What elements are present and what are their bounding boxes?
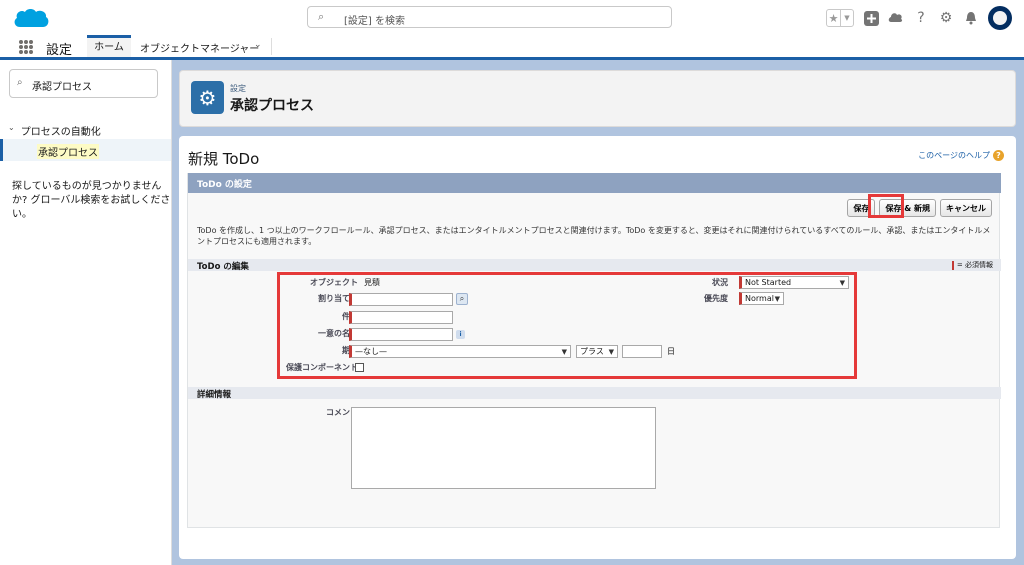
tab-object-manager[interactable]: オブジェクトマネージャー <box>140 40 259 55</box>
description-text: ToDo を作成し、1 つ以上のワークフロールール、承認プロセス、またはエンタイ… <box>197 226 991 246</box>
notifications-bell-icon[interactable] <box>963 10 979 26</box>
chevron-down-icon: ⌄ <box>8 123 15 132</box>
tab-divider <box>271 38 272 55</box>
setup-gear-icon[interactable]: ⚙ <box>938 10 954 26</box>
app-navigation: 設定 ホーム オブジェクトマネージャー ⌄ <box>0 35 1024 60</box>
cancel-button[interactable]: キャンセル <box>940 199 992 217</box>
search-placeholder: [設定] を検索 <box>344 16 405 27</box>
page-title: 新規 ToDo <box>188 150 260 168</box>
setup-gear-icon: ⚙ <box>191 81 224 114</box>
search-icon: ⌕ <box>17 77 23 88</box>
header-icons: ★ ▼ ? ⚙ <box>826 6 1012 30</box>
tree-item-process-automation[interactable]: ⌄ プロセスの自動化 <box>8 123 101 138</box>
chevron-down-icon[interactable]: ⌄ <box>254 40 262 50</box>
required-legend-text: = 必須情報 <box>956 261 993 269</box>
global-search-input[interactable]: ⌕ [設定] を検索 <box>307 6 672 28</box>
page-header-title: 承認プロセス <box>230 98 314 114</box>
edit-section-header: ToDo の編集 = 必須情報 <box>188 259 1001 272</box>
search-icon: ⌕ <box>318 10 325 23</box>
save-highlight-box <box>868 194 904 218</box>
tree-item-approval-process[interactable]: 承認プロセス <box>0 139 171 161</box>
tab-home[interactable]: ホーム <box>87 35 131 57</box>
content-card: 新規 ToDo このページのヘルプ ? ToDo の設定 保存 保存 & 新規 … <box>179 136 1016 559</box>
tree-parent-label: プロセスの自動化 <box>20 127 101 138</box>
detail-section-title: 詳細情報 <box>197 390 232 400</box>
help-icon[interactable]: ? <box>993 150 1004 161</box>
global-header: ⌕ [設定] を検索 ★ ▼ ? ⚙ <box>0 0 1024 35</box>
required-legend: = 必須情報 <box>951 260 993 270</box>
user-avatar-icon[interactable] <box>988 6 1012 30</box>
global-actions-add-icon[interactable] <box>863 10 879 26</box>
fields-highlight-box <box>277 272 857 379</box>
help-icon[interactable]: ? <box>913 10 929 26</box>
help-link[interactable]: このページのヘルプ ? <box>918 150 1004 161</box>
quick-find-input[interactable]: ⌕ 承認プロセス <box>9 69 158 98</box>
trailhead-icon[interactable] <box>888 10 904 26</box>
comment-label: コメント <box>326 408 358 417</box>
required-marker <box>951 260 954 270</box>
edit-section-title: ToDo の編集 <box>197 262 249 272</box>
quick-find-value: 承認プロセス <box>32 82 92 93</box>
not-found-message: 探しているものが見つかりませんか? グローバル検索をお試しください。 <box>12 181 171 220</box>
block-header: ToDo の設定 <box>188 173 1001 193</box>
help-link-text[interactable]: このページのヘルプ <box>918 150 990 161</box>
setup-sidebar: ⌕ 承認プロセス ⌄ プロセスの自動化 承認プロセス 探しているものが見つかりま… <box>0 60 172 565</box>
page-header-card: ⚙ 設定 承認プロセス <box>179 70 1016 127</box>
app-name: 設定 <box>46 43 73 58</box>
comment-textarea[interactable] <box>351 407 656 489</box>
detail-section-header: 詳細情報 <box>188 387 1001 400</box>
salesforce-logo[interactable] <box>12 5 50 31</box>
breadcrumb[interactable]: 設定 <box>230 83 246 94</box>
favorites-group[interactable]: ★ ▼ <box>826 9 854 27</box>
app-launcher-icon[interactable] <box>19 40 33 54</box>
favorites-dropdown-icon[interactable]: ▼ <box>840 10 853 26</box>
tree-child-label: 承認プロセス <box>37 144 99 159</box>
favorites-star-icon[interactable]: ★ <box>827 10 840 26</box>
todo-edit-block: ToDo の設定 保存 保存 & 新規 キャンセル ToDo を作成し、1 つ以… <box>187 173 1001 528</box>
